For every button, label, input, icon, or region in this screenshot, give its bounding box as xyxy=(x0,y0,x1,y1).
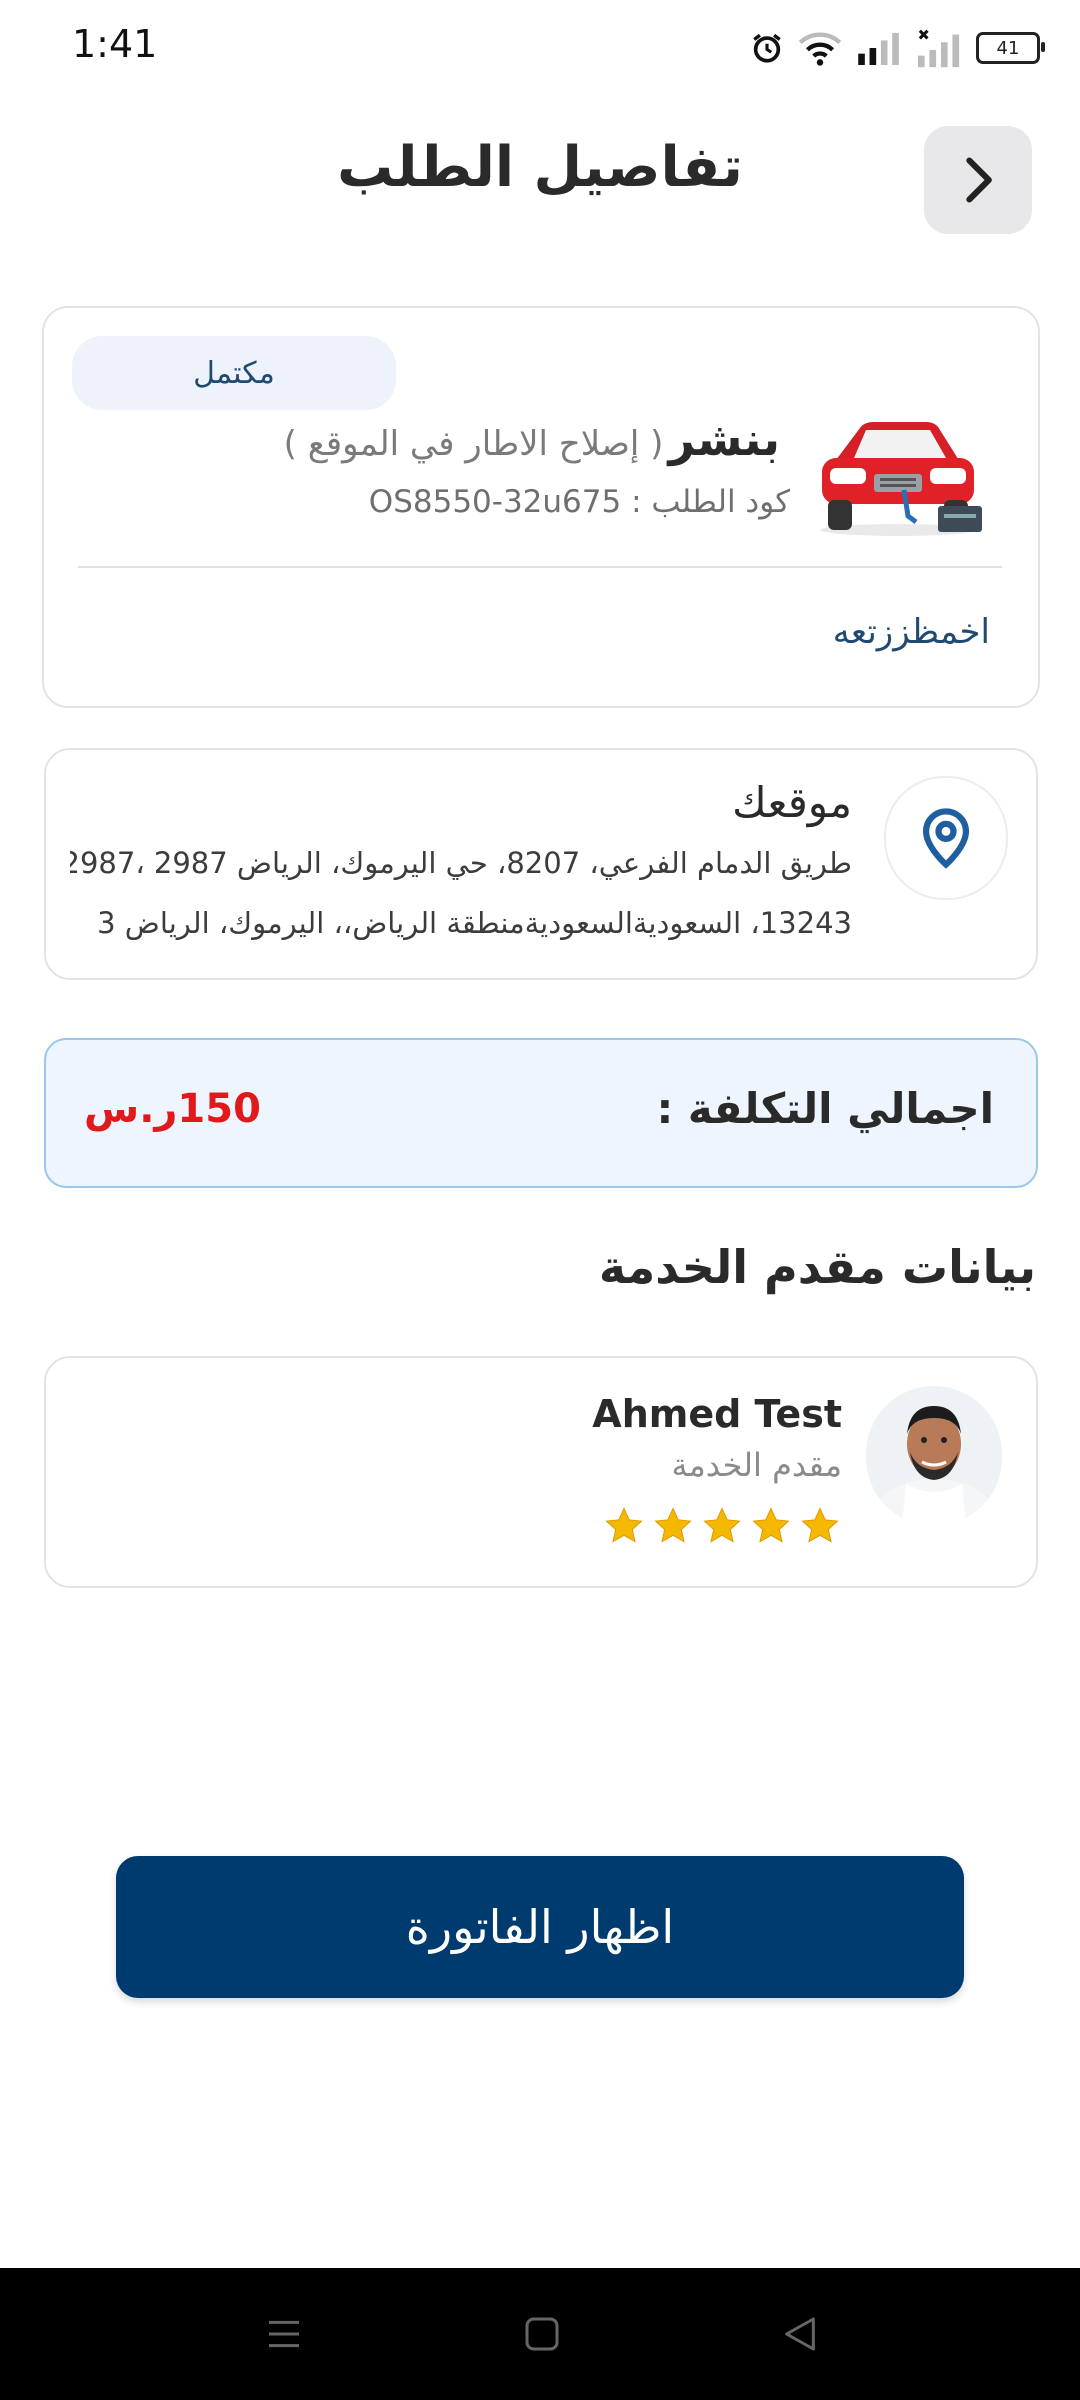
back-nav-icon[interactable] xyxy=(780,2314,820,2354)
service-line: بنشر ( إصلاح الاطار في الموقع ) xyxy=(220,412,780,466)
location-pin-button[interactable] xyxy=(884,776,1008,900)
alarm-icon xyxy=(753,33,781,63)
status-badge: مكتمل xyxy=(72,336,396,410)
signal-icon xyxy=(858,32,899,65)
show-invoice-button[interactable]: اظهار الفاتورة xyxy=(116,1856,964,1998)
location-title: موقعك xyxy=(732,778,852,827)
order-code: كود الطلب : OS8550-32u675 xyxy=(368,484,790,520)
status-icons: 41 xyxy=(750,28,1045,68)
provider-role: مقدم الخدمة xyxy=(671,1446,843,1484)
car-repair-icon xyxy=(820,422,982,536)
provider-name: Ahmed Test xyxy=(592,1392,842,1436)
signal-no-sim-icon xyxy=(917,29,960,68)
star-icon xyxy=(752,1507,790,1543)
battery-icon: 41 xyxy=(976,32,1045,64)
star-icon xyxy=(703,1507,741,1543)
map-pin-icon xyxy=(922,808,970,869)
total-label: اجمالي التكلفة : xyxy=(656,1084,994,1133)
total-value: 150ر.س xyxy=(84,1086,261,1132)
home-icon[interactable] xyxy=(522,2314,562,2354)
order-note: اخمظززتعه xyxy=(832,612,990,652)
star-icon xyxy=(605,1507,643,1543)
avatar xyxy=(866,1386,1002,1526)
rating-stars xyxy=(604,1506,840,1546)
divider xyxy=(78,566,1002,568)
status-time: 1:41 xyxy=(72,22,158,66)
wifi-icon xyxy=(798,32,842,66)
back-button[interactable] xyxy=(924,126,1032,234)
menu-icon[interactable] xyxy=(264,2314,304,2354)
provider-section-title: بيانات مقدم الخدمة xyxy=(598,1240,1036,1294)
page-title: تفاصيل الطلب xyxy=(337,135,743,200)
service-name: بنشر xyxy=(668,412,780,466)
star-icon xyxy=(801,1507,839,1543)
location-address-line2: 13243، السعوديةالسعوديةمنطقة الرياض،، ال… xyxy=(97,906,852,940)
service-detail: ( إصلاح الاطار في الموقع ) xyxy=(283,424,664,464)
star-icon xyxy=(654,1507,692,1543)
chevron-right-icon xyxy=(966,157,992,203)
location-address-line1: طريق الدمام الفرعي، 8207، حي اليرموك، ال… xyxy=(70,846,852,880)
